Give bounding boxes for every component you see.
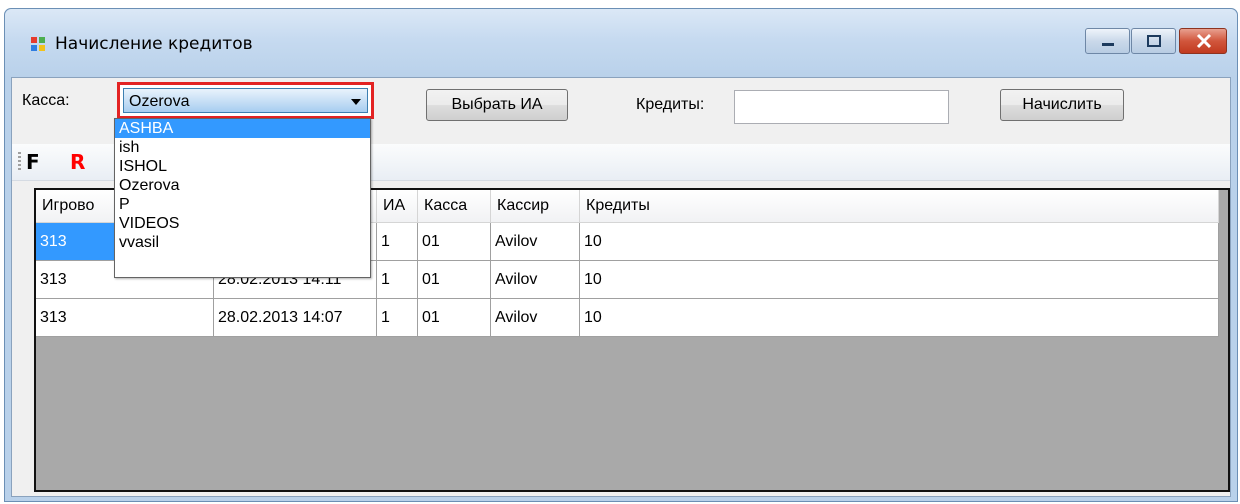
column-header-credits[interactable]: Кредиты <box>579 190 1219 223</box>
kassa-label: Касса: <box>22 92 70 109</box>
credits-input[interactable] <box>734 90 949 124</box>
r-button[interactable]: R <box>70 150 85 174</box>
table-cell[interactable]: 1 <box>376 260 418 299</box>
dropdown-option[interactable]: VIDEOS <box>115 214 370 233</box>
table-cell[interactable]: 01 <box>417 260 491 299</box>
minimize-icon <box>1102 43 1114 46</box>
table-cell[interactable]: 10 <box>579 298 1219 337</box>
table-row[interactable]: 313 28.02.2013 14:07 1 01 Avilov 10 <box>36 298 1219 337</box>
kassa-combobox-value: Ozerova <box>129 93 190 110</box>
close-icon <box>1196 33 1212 49</box>
close-button[interactable] <box>1179 28 1227 54</box>
credits-label: Кредиты: <box>636 96 705 113</box>
column-header-cashier[interactable]: Кассир <box>490 190 580 223</box>
table-cell[interactable]: 01 <box>417 298 491 337</box>
dropdown-option[interactable]: ASHBA <box>115 119 370 138</box>
app-icon <box>31 37 47 51</box>
select-ia-button[interactable]: Выбрать ИА <box>426 89 568 121</box>
table-cell[interactable]: Avilov <box>490 260 580 299</box>
dropdown-option[interactable]: Ozerova <box>115 176 370 195</box>
table-cell[interactable]: Avilov <box>490 222 580 261</box>
table-cell[interactable]: 1 <box>376 298 418 337</box>
title-bar[interactable]: Начисление кредитов <box>5 9 1237 77</box>
f-button[interactable]: F <box>26 150 40 174</box>
kassa-dropdown-list[interactable]: ASHBA ish ISHOL Ozerova P VIDEOS vvasil <box>114 118 371 278</box>
column-header-ia[interactable]: ИА <box>376 190 418 223</box>
dropdown-option[interactable]: ISHOL <box>115 157 370 176</box>
maximize-icon <box>1147 35 1161 47</box>
table-cell[interactable]: 01 <box>417 222 491 261</box>
column-header-kassa[interactable]: Касса <box>417 190 491 223</box>
table-cell[interactable]: 313 <box>36 298 214 337</box>
accrue-button[interactable]: Начислить <box>1000 89 1124 121</box>
maximize-button[interactable] <box>1131 28 1176 54</box>
dropdown-option[interactable]: vvasil <box>115 233 370 252</box>
minimize-button[interactable] <box>1085 28 1130 54</box>
kassa-combobox-face[interactable]: Ozerova <box>123 88 368 113</box>
window-title: Начисление кредитов <box>55 34 253 54</box>
dropdown-option[interactable]: ish <box>115 138 370 157</box>
table-cell[interactable]: 10 <box>579 222 1219 261</box>
table-cell[interactable]: Avilov <box>490 298 580 337</box>
dropdown-option[interactable]: P <box>115 195 370 214</box>
table-cell[interactable]: 28.02.2013 14:07 <box>213 298 377 337</box>
table-cell[interactable]: 1 <box>376 222 418 261</box>
toolbar-grip[interactable] <box>18 152 21 172</box>
kassa-combobox[interactable]: Ozerova <box>117 82 374 119</box>
chevron-down-icon[interactable] <box>351 99 361 105</box>
table-cell[interactable]: 10 <box>579 260 1219 299</box>
